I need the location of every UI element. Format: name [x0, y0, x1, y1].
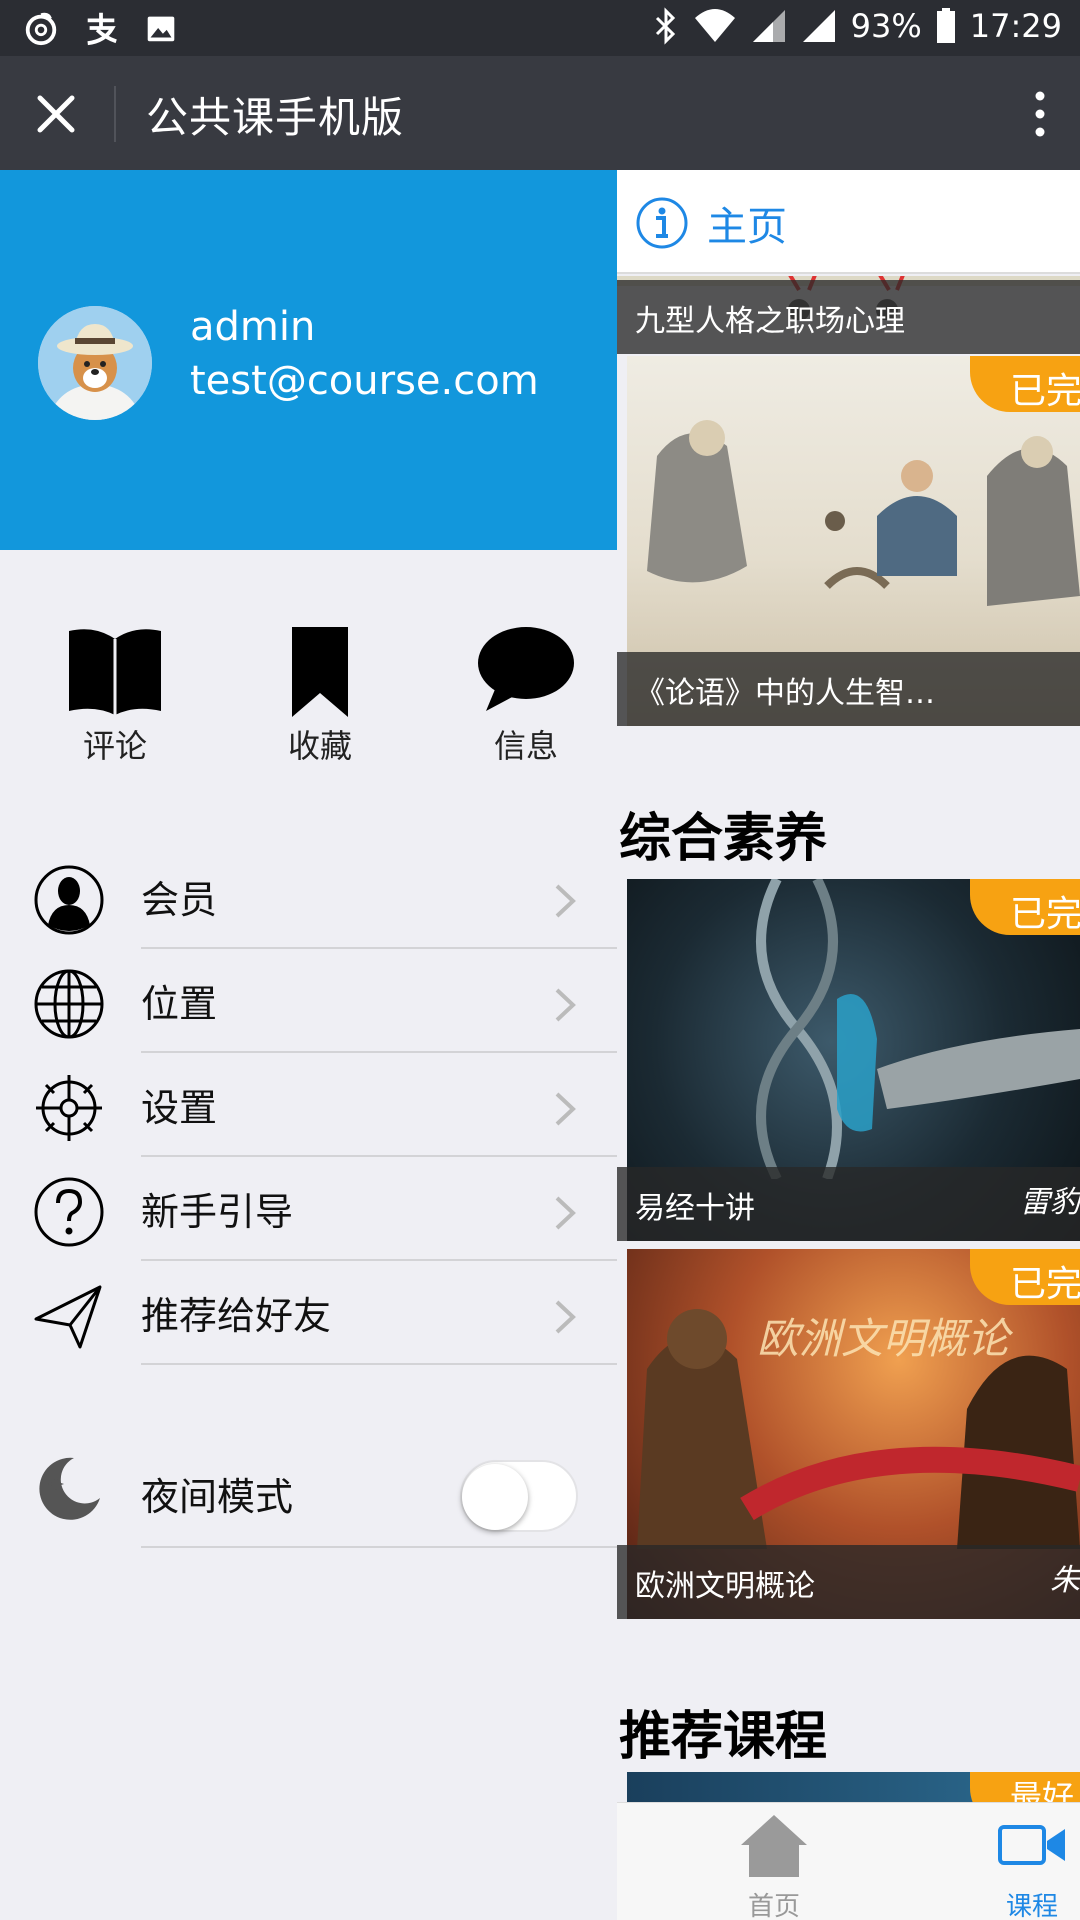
- tab-courses[interactable]: 课程: [987, 1813, 1077, 1920]
- gear-icon: [36, 1075, 102, 1141]
- info-icon: [636, 197, 688, 249]
- help-icon: [34, 1177, 104, 1247]
- menu-item-label: 新手引导: [141, 1190, 294, 1234]
- avatar[interactable]: [38, 306, 152, 420]
- dog-avatar-image: [38, 306, 152, 420]
- moon-icon: [39, 1457, 100, 1520]
- quick-action-comments[interactable]: 评论: [45, 625, 185, 767]
- course-title: 易经十讲: [617, 1167, 1080, 1241]
- status-badge: 已完结: [970, 356, 1080, 412]
- gallery-icon: [147, 16, 175, 42]
- course-card[interactable]: 最好: [617, 1772, 1080, 1806]
- section-title: 推荐课程: [619, 1707, 828, 1767]
- title-bar: 公共课手机版: [0, 56, 1080, 170]
- user-email: test@course.com: [190, 358, 539, 404]
- signal-icon: [752, 10, 785, 42]
- side-drawer: admin test@course.com 评论 收藏 信息 会员 位置 设置 …: [0, 170, 617, 1920]
- battery-icon: [936, 8, 955, 43]
- chevron-right-icon: [555, 1196, 576, 1230]
- course-card[interactable]: 欧洲文明概论 已完结 欧洲文明概论 朱: [617, 1249, 1080, 1619]
- page-title: 公共课手机版: [146, 93, 405, 142]
- menu-item-label: 设置: [141, 1086, 218, 1130]
- home-page: 主页 九型人格之职场心理 已完结 《论语》中的人生智… 综合素养: [617, 170, 1080, 1920]
- status-bar-notifications: [22, 8, 180, 48]
- night-mode-label: 夜间模式: [141, 1475, 294, 1519]
- divider: [141, 1363, 617, 1365]
- chevron-right-icon: [555, 884, 576, 918]
- tab-label: 首页: [747, 1892, 800, 1920]
- home-icon: [741, 1815, 807, 1877]
- status-badge: 最好: [970, 1772, 1080, 1806]
- book-icon: [69, 629, 161, 715]
- course-image-title: 欧洲文明概论: [757, 1314, 1010, 1363]
- course-title: 欧洲文明概论: [617, 1545, 1080, 1619]
- course-title: 《论语》中的人生智…: [617, 652, 1080, 726]
- bookmark-icon: [292, 627, 348, 717]
- menu-item-settings[interactable]: 设置: [0, 1053, 617, 1157]
- netease-music-icon: [25, 12, 57, 46]
- course-card[interactable]: 九型人格之职场心理: [617, 276, 1080, 354]
- user-icon: [34, 865, 104, 935]
- menu-item-guide[interactable]: 新手引导: [0, 1157, 617, 1261]
- video-camera-icon: [998, 1825, 1065, 1865]
- chat-bubble-icon: [478, 627, 574, 711]
- wifi-icon: [694, 9, 735, 42]
- battery-percent: 93%: [850, 7, 922, 45]
- toggle-knob: [462, 1464, 528, 1530]
- night-mode-row: 夜间模式: [0, 1430, 617, 1548]
- divider: [141, 1546, 617, 1548]
- clock: 17:29: [969, 7, 1062, 45]
- menu-item-label: 会员: [141, 878, 218, 922]
- globe-icon: [34, 969, 104, 1039]
- quick-action-favorites[interactable]: 收藏: [250, 625, 390, 767]
- course-author: 雷豹: [1020, 1185, 1080, 1220]
- quick-action-label: 评论: [82, 727, 147, 765]
- chevron-right-icon: [555, 1092, 576, 1126]
- username: admin: [190, 304, 316, 350]
- course-card[interactable]: 已完结 《论语》中的人生智…: [617, 356, 1080, 726]
- chevron-right-icon: [555, 1300, 576, 1334]
- bluetooth-icon: [655, 7, 675, 45]
- chevron-right-icon: [555, 988, 576, 1022]
- course-title: 九型人格之职场心理: [617, 280, 1080, 354]
- menu-item-label: 位置: [141, 982, 218, 1026]
- close-icon[interactable]: [28, 86, 84, 142]
- section-title: 综合素养: [619, 809, 828, 869]
- send-icon: [34, 1285, 102, 1349]
- more-options-icon[interactable]: [1028, 86, 1052, 142]
- tab-home[interactable]: 首页: [729, 1813, 819, 1920]
- status-badge: 已完结: [970, 879, 1080, 935]
- quick-action-label: 收藏: [287, 727, 352, 765]
- alipay-icon: [87, 12, 117, 46]
- title-separator: [114, 86, 116, 142]
- status-badge: 已完结: [970, 1249, 1080, 1305]
- course-author: 朱: [1050, 1563, 1080, 1598]
- home-nav-bar[interactable]: 主页: [617, 170, 1080, 274]
- profile-header[interactable]: admin test@course.com: [0, 170, 617, 550]
- quick-action-label: 信息: [493, 727, 558, 765]
- tab-label: 课程: [1005, 1892, 1058, 1920]
- status-bar: 93% 17:29: [0, 0, 1080, 56]
- quick-action-messages[interactable]: 信息: [456, 625, 596, 767]
- menu-item-membership[interactable]: 会员: [0, 845, 617, 949]
- bottom-tab-bar: 首页 课程: [617, 1802, 1080, 1920]
- menu-item-share[interactable]: 推荐给好友: [0, 1261, 617, 1365]
- menu-item-location[interactable]: 位置: [0, 949, 617, 1053]
- night-mode-toggle[interactable]: [460, 1460, 578, 1532]
- course-card[interactable]: 已完结 易经十讲 雷豹: [617, 879, 1080, 1241]
- menu-item-label: 推荐给好友: [141, 1294, 332, 1338]
- signal-icon-2: [802, 10, 835, 42]
- home-nav-label: 主页: [707, 204, 787, 250]
